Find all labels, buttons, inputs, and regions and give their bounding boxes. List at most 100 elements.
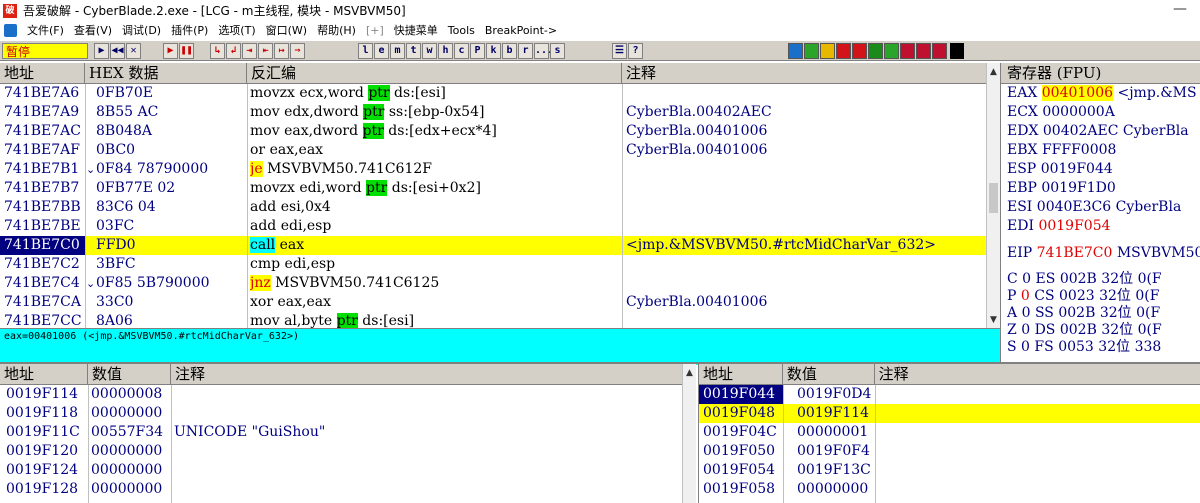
dump-pane[interactable]: 地址 数值 注释 0019F114 00000008 0019F118 0000000… xyxy=(0,364,682,503)
register-value[interactable]: 0019F1D0 xyxy=(1041,180,1115,196)
plugin-icon[interactable] xyxy=(932,43,947,59)
register-value[interactable]: 741BE7C0 xyxy=(1037,245,1113,261)
disasm-row[interactable]: 741BE7B7 0FB77E 02 movzx edi,word ptr ds:[… xyxy=(0,179,986,198)
plugin-icon[interactable] xyxy=(868,43,883,59)
toolbar-button[interactable]: ... xyxy=(534,43,553,59)
toolbar-button[interactable]: c xyxy=(454,43,469,59)
stack-col-value[interactable]: 数值 xyxy=(783,364,875,385)
flag-value[interactable]: 0 xyxy=(1021,288,1030,304)
toolbar-button[interactable]: ◀◀ xyxy=(110,43,125,59)
flag-value[interactable]: 0 xyxy=(1021,339,1030,355)
plugin-icon[interactable] xyxy=(820,43,835,59)
toolbar-button[interactable]: ↦ xyxy=(274,43,289,59)
register-line-eip[interactable]: EIP 741BE7C0 MSVBVM50 xyxy=(1001,244,1200,263)
menu-item[interactable]: 快捷菜单 xyxy=(389,21,443,40)
disasm-row[interactable]: 741BE7A6 0FB70E movzx ecx,word ptr ds:[esi… xyxy=(0,84,986,103)
stack-row[interactable]: 0019F054 0019F13C xyxy=(699,461,1200,480)
disasm-row[interactable]: 741BE7AF 0BC0 or eax,eax CyberBla.00401006 xyxy=(0,141,986,160)
menu-item[interactable]: 窗口(W) xyxy=(261,21,312,40)
menu-item[interactable]: Tools xyxy=(443,21,480,40)
menu-item[interactable]: BreakPoint-> xyxy=(480,21,562,40)
plugin-icon[interactable] xyxy=(804,43,819,59)
disasm-row[interactable]: 741BE7AC 8B048A mov eax,dword ptr ds:[edx+… xyxy=(0,122,986,141)
toolbar-button[interactable]: ☰ xyxy=(612,43,627,59)
menu-app-icon[interactable] xyxy=(4,24,17,37)
disasm-row[interactable]: 741BE7C2 3BFC cmp edi,esp xyxy=(0,255,986,274)
scroll-down-icon[interactable]: ▼ xyxy=(987,313,1000,327)
stack-row[interactable]: 0019F050 0019F0F4 xyxy=(699,442,1200,461)
register-value[interactable]: FFFF0008 xyxy=(1042,142,1116,158)
menu-item[interactable]: 文件(F) xyxy=(22,21,69,40)
register-value[interactable]: 0019F054 xyxy=(1038,218,1110,234)
toolbar-button[interactable]: k xyxy=(486,43,501,59)
disasm-row[interactable]: 741BE7C4 ⌄ 0F85 5B790000 jnz MSVBVM50.741C6… xyxy=(0,274,986,293)
flag-line[interactable]: P 0 CS 0023 32位 0(F xyxy=(1001,288,1200,305)
dump-row[interactable]: 0019F128 00000000 xyxy=(0,480,682,499)
toolbar-button[interactable]: ▶ xyxy=(94,43,109,59)
register-value[interactable]: 0000000A xyxy=(1042,104,1114,120)
dump-row[interactable]: 0019F11C 00557F34 UNICODE "GuiShou" xyxy=(0,423,682,442)
flag-value[interactable]: 0 xyxy=(1021,322,1030,338)
toolbar-button[interactable]: ⇥ xyxy=(242,43,257,59)
flag-line[interactable]: S 0 FS 0053 32位 338 xyxy=(1001,339,1200,356)
plugin-icon[interactable] xyxy=(884,43,899,59)
disasm-row[interactable]: 741BE7C0 FFD0 call eax <jmp.&MSVBVM50.#rtcM… xyxy=(0,236,986,255)
toolbar-button[interactable]: l xyxy=(358,43,373,59)
register-line[interactable]: EBP 0019F1D0 xyxy=(1001,179,1200,198)
toolbar-button[interactable]: t xyxy=(406,43,421,59)
scroll-up-icon[interactable]: ▲ xyxy=(987,65,1000,79)
col-comment[interactable]: 注释 xyxy=(622,63,986,84)
toolbar-button[interactable]: m xyxy=(390,43,405,59)
plugin-icon[interactable] xyxy=(852,43,867,59)
stack-row[interactable]: 0019F048 0019F114 xyxy=(699,404,1200,423)
stack-pane[interactable]: 地址 数值 注释 0019F044 0019F0D4 0019F048 0019F11… xyxy=(698,364,1200,503)
toolbar-button[interactable]: h xyxy=(438,43,453,59)
dump-scroll-up-icon[interactable]: ▲ xyxy=(683,366,696,380)
stack-row[interactable]: 0019F058 00000000 xyxy=(699,480,1200,499)
plugin-icon[interactable] xyxy=(836,43,851,59)
stack-row[interactable]: 0019F04C 00000001 xyxy=(699,423,1200,442)
flag-line[interactable]: C 0 ES 002B 32位 0(F xyxy=(1001,271,1200,288)
dump-row[interactable]: 0019F124 00000000 xyxy=(0,461,682,480)
dump-col-comment[interactable]: 注释 xyxy=(171,364,682,385)
menu-item[interactable]: 查看(V) xyxy=(69,21,117,40)
disasm-row[interactable]: 741BE7B1 ⌄ 0F84 78790000 je MSVBVM50.741C61… xyxy=(0,160,986,179)
cpu-scrollbar[interactable]: ▲ ▼ xyxy=(986,63,1000,328)
register-value[interactable]: 0040E3C6 xyxy=(1037,199,1111,215)
dump-row[interactable]: 0019F118 00000000 xyxy=(0,404,682,423)
dump-scrollbar[interactable]: ▲ xyxy=(682,364,696,503)
flag-value[interactable]: 0 xyxy=(1022,305,1031,321)
registers-header[interactable]: 寄存器 (FPU) xyxy=(1001,63,1200,84)
disasm-row[interactable]: 741BE7CC 8A06 mov al,byte ptr ds:[esi] xyxy=(0,312,986,328)
menu-item[interactable]: 调试(D) xyxy=(117,21,166,40)
toolbar-button[interactable]: ⇤ xyxy=(258,43,273,59)
menu-item[interactable]: 插件(P) xyxy=(166,21,213,40)
register-value[interactable]: 0019F044 xyxy=(1041,161,1113,177)
flag-line[interactable]: Z 0 DS 002B 32位 0(F xyxy=(1001,322,1200,339)
plugin-icon[interactable] xyxy=(788,43,803,59)
plugin-icon[interactable] xyxy=(900,43,915,59)
toolbar-button[interactable]: ❚❚ xyxy=(179,43,194,59)
col-disasm[interactable]: 反汇编 xyxy=(247,63,622,84)
toolbar-button[interactable]: ▶ xyxy=(163,43,178,59)
col-address[interactable]: 地址 xyxy=(0,63,85,84)
toolbar-button[interactable]: ? xyxy=(628,43,643,59)
toolbar-button[interactable]: ↳ xyxy=(210,43,225,59)
minimize-button[interactable]: — xyxy=(1170,1,1190,19)
scroll-thumb[interactable] xyxy=(989,183,998,213)
register-line[interactable]: EBX FFFF0008 xyxy=(1001,141,1200,160)
menu-item[interactable]: 选项(T) xyxy=(213,21,260,40)
toolbar-button[interactable]: s xyxy=(550,43,565,59)
cpu-disasm-pane[interactable]: 地址 HEX 数据 反汇编 注释 741BE7A6 0FB70E movzx ecx… xyxy=(0,63,986,328)
stack-row[interactable]: 0019F044 0019F0D4 xyxy=(699,385,1200,404)
registers-pane[interactable]: 寄存器 (FPU) EAX 00401006 <jmp.&MS ECX 00000… xyxy=(1000,63,1200,365)
disasm-row[interactable]: 741BE7BE 03FC add edi,esp xyxy=(0,217,986,236)
register-value[interactable]: 00401006 xyxy=(1041,85,1114,101)
register-value[interactable]: 00402AEC xyxy=(1043,123,1119,139)
flag-value[interactable]: 0 xyxy=(1022,271,1031,287)
register-line[interactable]: ESI 0040E3C6 CyberBla xyxy=(1001,198,1200,217)
toolbar-button[interactable]: P xyxy=(470,43,485,59)
register-line[interactable]: EDX 00402AEC CyberBla xyxy=(1001,122,1200,141)
register-line[interactable]: ESP 0019F044 xyxy=(1001,160,1200,179)
toolbar-button[interactable]: w xyxy=(422,43,437,59)
